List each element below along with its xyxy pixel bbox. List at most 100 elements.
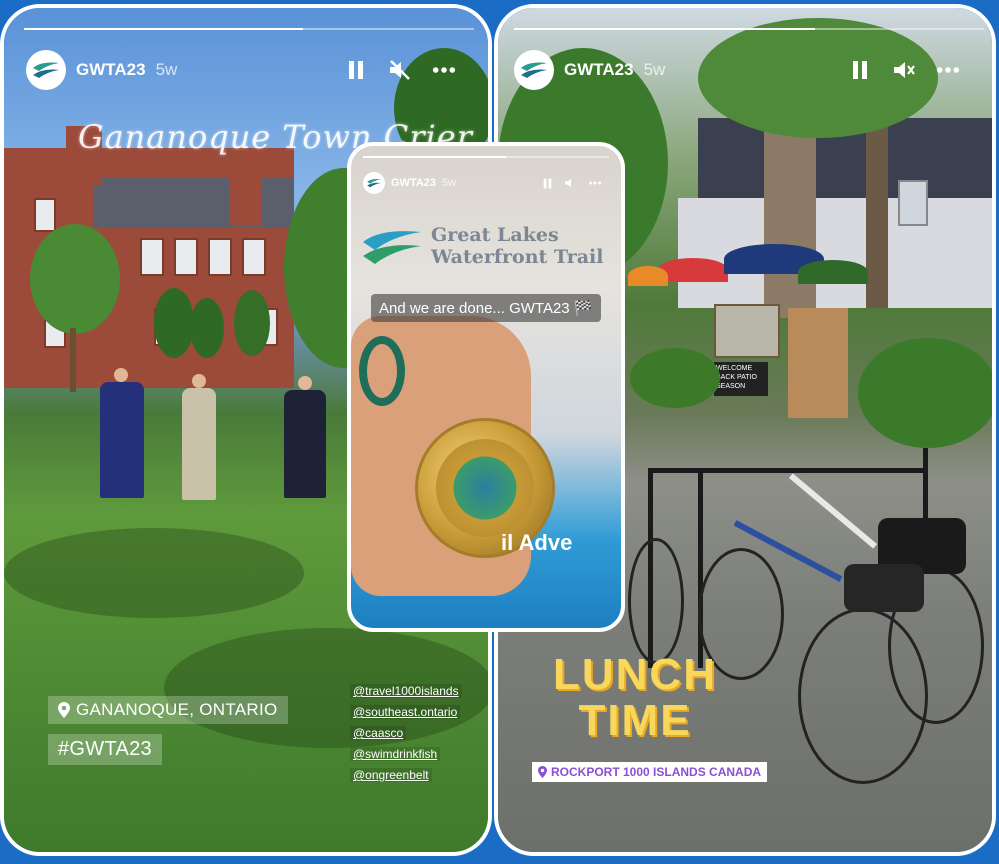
story-age: 5w bbox=[643, 60, 666, 79]
pause-button[interactable] bbox=[541, 176, 553, 190]
mention-link[interactable]: @caasco bbox=[350, 726, 407, 740]
story-header: GWTA23 5w bbox=[363, 172, 456, 194]
house-window bbox=[174, 238, 198, 276]
story-header: GWTA23 5w bbox=[514, 50, 665, 90]
lanyard bbox=[359, 336, 405, 406]
medal-center bbox=[436, 439, 534, 537]
more-button[interactable] bbox=[936, 58, 960, 82]
banner-line: Waterfront Trail bbox=[431, 246, 604, 268]
location-text: GANANOQUE, ONTARIO bbox=[76, 700, 278, 719]
story-age: 5w bbox=[442, 177, 457, 189]
story-controls bbox=[848, 58, 960, 82]
pause-button[interactable] bbox=[344, 58, 368, 82]
mention-link[interactable]: @southeast.ontario bbox=[350, 705, 461, 719]
person-head bbox=[192, 374, 206, 388]
story-progress-fill bbox=[24, 28, 303, 30]
more-icon bbox=[432, 67, 456, 73]
gwta-logo-icon bbox=[33, 62, 59, 78]
story-username[interactable]: GWTA23 bbox=[564, 60, 634, 80]
mute-icon bbox=[894, 62, 915, 78]
location-pin-icon bbox=[58, 702, 70, 718]
story-progress-bar bbox=[24, 28, 474, 30]
more-button[interactable] bbox=[432, 58, 456, 82]
story-username[interactable]: GWTA23 bbox=[391, 177, 436, 189]
story-controls bbox=[344, 58, 456, 82]
story-header: GWTA23 5w bbox=[26, 50, 177, 90]
menu-board bbox=[714, 304, 780, 358]
house-roof bbox=[94, 178, 294, 228]
lunch-line: LUNCH bbox=[553, 650, 717, 699]
more-icon bbox=[936, 67, 960, 73]
mute-icon bbox=[564, 178, 571, 188]
mention-link[interactable]: @ongreenbelt bbox=[350, 768, 432, 782]
person bbox=[284, 390, 326, 498]
story-progress-fill bbox=[363, 156, 506, 158]
wooden-deck bbox=[788, 308, 848, 418]
story-progress-bar bbox=[363, 156, 609, 158]
mute-icon bbox=[390, 60, 410, 80]
chimney bbox=[230, 170, 262, 226]
lunch-time-sticker[interactable]: LUNCH TIME bbox=[540, 652, 730, 744]
bike-rack-post bbox=[923, 448, 928, 528]
pause-icon bbox=[543, 178, 551, 188]
house-window bbox=[34, 198, 56, 232]
pause-icon bbox=[349, 61, 363, 79]
patio-umbrella bbox=[628, 266, 668, 286]
person-head bbox=[114, 368, 128, 382]
story-age: 5w bbox=[155, 60, 178, 79]
tree bbox=[234, 290, 270, 356]
story-username[interactable]: GWTA23 bbox=[76, 60, 146, 80]
gwta-logo-icon bbox=[521, 62, 547, 78]
bicycle-wheel bbox=[628, 538, 684, 664]
story-controls bbox=[541, 176, 603, 190]
banner-bottom-text: il Adve bbox=[501, 530, 573, 555]
person bbox=[182, 388, 216, 500]
shrub bbox=[630, 348, 720, 408]
location-sticker[interactable]: ROCKPORT 1000 ISLANDS CANADA bbox=[532, 762, 768, 782]
building-window bbox=[898, 180, 928, 226]
mention-link[interactable]: @swimdrinkfish bbox=[350, 747, 441, 761]
mention-link[interactable]: @travel1000islands bbox=[350, 684, 462, 698]
more-button[interactable] bbox=[587, 176, 603, 190]
profile-avatar[interactable] bbox=[26, 50, 66, 90]
house-window bbox=[242, 238, 266, 276]
story-caption: And we are done... GWTA23 🏁 bbox=[371, 294, 601, 322]
gwt-banner-text: Great Lakes Waterfront Trail bbox=[431, 224, 603, 268]
patio-umbrella bbox=[798, 260, 868, 284]
person-head bbox=[298, 376, 312, 390]
tree bbox=[190, 298, 224, 358]
pause-icon bbox=[853, 61, 867, 79]
mention-list: @travel1000islands @southeast.ontario @c… bbox=[350, 684, 462, 789]
profile-avatar[interactable] bbox=[363, 172, 385, 194]
wave-logo-icon bbox=[363, 231, 421, 264]
banner-line: Great Lakes bbox=[431, 224, 559, 246]
bike-rack bbox=[648, 468, 928, 473]
location-pin-icon bbox=[538, 766, 547, 778]
patio-sign: WELCOME BACK PATIO SEASON bbox=[714, 362, 768, 396]
mute-button[interactable] bbox=[563, 176, 577, 190]
house-window bbox=[208, 238, 232, 276]
town-crier bbox=[100, 382, 144, 498]
patio-umbrella bbox=[658, 258, 728, 282]
more-icon bbox=[589, 181, 601, 185]
gwt-banner-logo bbox=[359, 224, 425, 275]
gwta-logo-icon bbox=[367, 179, 381, 188]
story-middle[interactable]: GWTA23 5w Great Lakes Waterfront Trail A… bbox=[347, 142, 625, 632]
location-sticker[interactable]: GANANOQUE, ONTARIO bbox=[48, 696, 288, 724]
hashtag-sticker[interactable]: #GWTA23 bbox=[48, 734, 162, 765]
pause-button[interactable] bbox=[848, 58, 872, 82]
shrub bbox=[858, 338, 992, 448]
mute-button[interactable] bbox=[892, 58, 916, 82]
building-wall bbox=[678, 198, 992, 308]
tree bbox=[30, 224, 120, 334]
story-progress-bar bbox=[514, 28, 984, 30]
tree-trunk bbox=[764, 118, 816, 318]
mute-button[interactable] bbox=[388, 58, 412, 82]
pannier-bag bbox=[844, 564, 924, 612]
house-window bbox=[140, 238, 164, 276]
story-progress-fill bbox=[514, 28, 815, 30]
tree-trunk bbox=[70, 328, 76, 392]
profile-avatar[interactable] bbox=[514, 50, 554, 90]
location-text: ROCKPORT 1000 ISLANDS CANADA bbox=[551, 765, 762, 779]
lawn-shadow bbox=[4, 528, 304, 618]
